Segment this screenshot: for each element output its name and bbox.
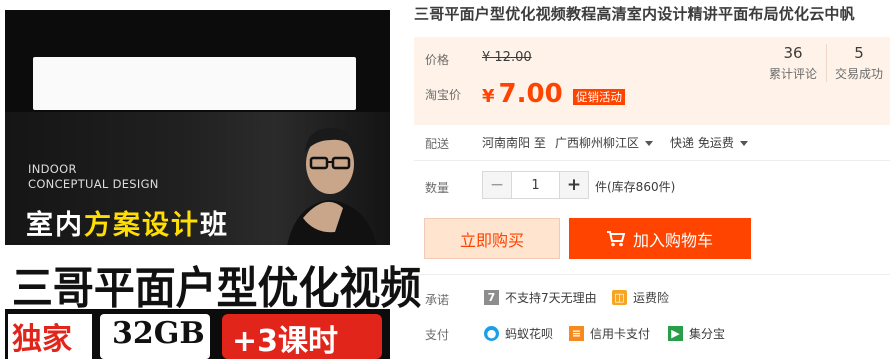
- payment-credit-card[interactable]: ≡ 信用卡支付: [569, 325, 650, 342]
- divider: [414, 160, 890, 161]
- size-badge: 32GB: [100, 314, 210, 359]
- decrease-button[interactable]: −: [483, 172, 511, 198]
- promise-no-return[interactable]: 7 不支持7天无理由: [484, 289, 597, 306]
- image-top-banner: [33, 57, 356, 110]
- huabei-icon: ●: [484, 326, 499, 341]
- product-main-image[interactable]: INDOOR CONCEPTUAL DESIGN 室内方案设计班 三哥平面户型优…: [0, 0, 421, 359]
- jifenbao-icon: ▶: [668, 326, 683, 341]
- divider: [414, 274, 890, 275]
- payment-jifenbao[interactable]: ▶ 集分宝: [668, 325, 725, 342]
- promise-shipping-insurance[interactable]: ◫ 运费险: [612, 289, 669, 306]
- price-label: 价格: [425, 53, 450, 67]
- shipping-label: 配送: [425, 137, 450, 151]
- promise-label: 承诺: [425, 293, 450, 307]
- quantity-input[interactable]: 1: [511, 172, 560, 198]
- payment-huabei[interactable]: ● 蚂蚁花呗: [484, 325, 553, 342]
- ship-to-selector[interactable]: 广西柳州柳江区: [555, 134, 654, 151]
- add-to-cart-button[interactable]: 加入购物车: [569, 218, 751, 259]
- ship-method-selector[interactable]: 快递 免运费: [670, 134, 748, 151]
- stock-info: 件(库存860件): [595, 180, 676, 194]
- lessons-badge: +3课时: [222, 314, 382, 359]
- promo-tag[interactable]: 促销活动: [573, 89, 625, 105]
- instructor-portrait: [285, 128, 380, 259]
- seven-day-icon: 7: [484, 290, 499, 305]
- product-title: 三哥平面户型优化视频教程高清室内设计精讲平面布局优化云中帆: [414, 5, 855, 23]
- exclusive-badge: 独家: [8, 314, 92, 359]
- taobao-price-label: 淘宝价: [425, 88, 462, 102]
- chevron-down-icon: [739, 141, 748, 146]
- chevron-down-icon: [645, 141, 654, 146]
- insurance-icon: ◫: [612, 290, 627, 305]
- increase-button[interactable]: +: [560, 172, 588, 198]
- quantity-stepper: − 1 +: [482, 171, 589, 199]
- buy-now-button[interactable]: 立即购买: [424, 218, 560, 259]
- stat-divider: [826, 44, 827, 82]
- image-headline: 三哥平面户型优化视频: [12, 263, 422, 314]
- course-title: 室内方案设计班: [26, 210, 229, 241]
- original-price: ¥ 12.00: [482, 50, 532, 65]
- english-subtitle: INDOOR CONCEPTUAL DESIGN: [28, 162, 159, 191]
- current-price: ¥7.00: [482, 79, 563, 109]
- quantity-label: 数量: [425, 181, 450, 195]
- reviews-stat[interactable]: 36 累计评论: [762, 44, 824, 83]
- sales-stat: 5 交易成功: [834, 44, 883, 81]
- payment-label: 支付: [425, 328, 450, 342]
- ship-from: 河南南阳 至: [482, 136, 546, 150]
- cart-icon: [606, 230, 625, 246]
- credit-card-icon: ≡: [569, 326, 584, 341]
